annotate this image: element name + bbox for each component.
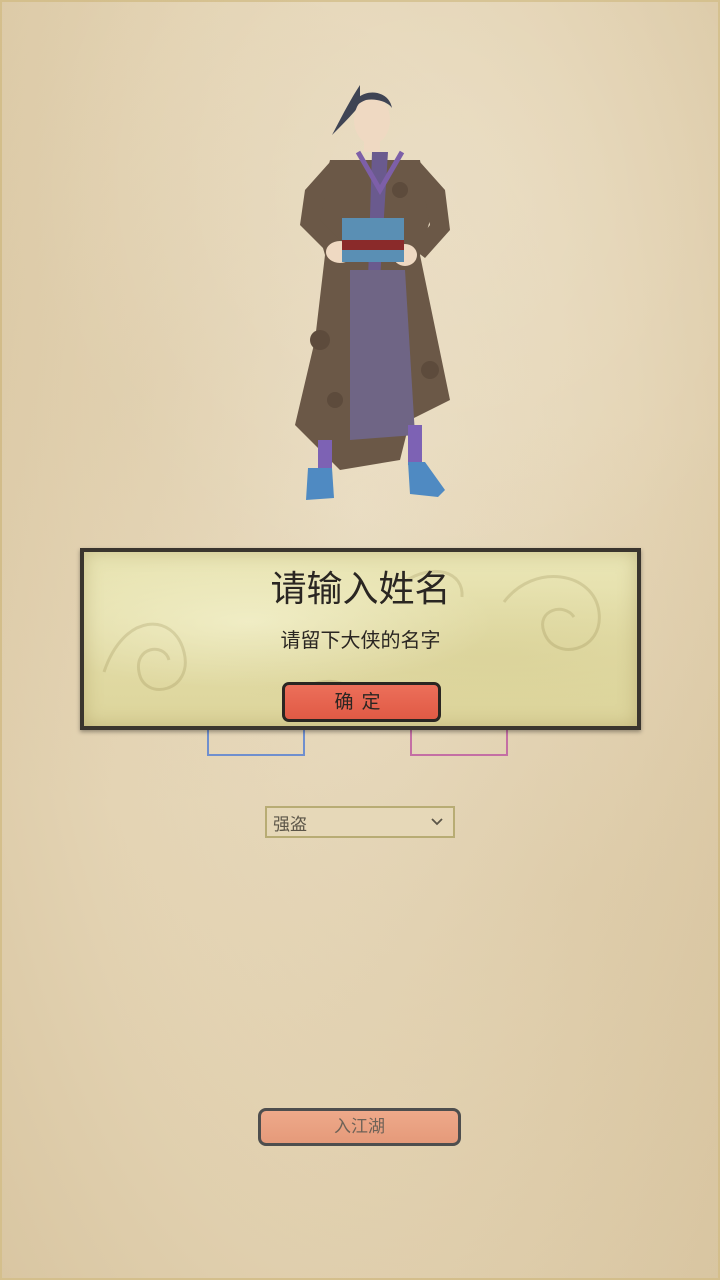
name-input-dialog: 请输入姓名 请留下大侠的名字 确定 [80,548,641,730]
class-select-dropdown[interactable]: 强盗 [265,806,455,838]
character-creation-screen: 强盗 入江湖 请输入姓名 请留下大侠的名字 确定 [0,0,720,1280]
class-select-value: 强盗 [273,814,307,835]
enter-jianghu-button[interactable]: 入江湖 [258,1108,461,1146]
confirm-button[interactable]: 确定 [282,682,441,722]
swordsman-character-portrait [295,85,450,500]
dialog-title: 请输入姓名 [270,569,451,610]
chevron-down-icon [431,818,443,826]
dialog-message: 请留下大侠的名字 [280,628,441,652]
